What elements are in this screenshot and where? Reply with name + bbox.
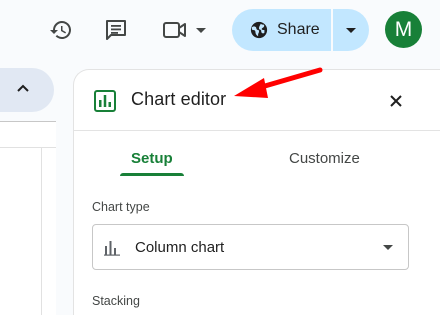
top-toolbar: Share M	[0, 0, 440, 62]
history-button[interactable]	[43, 12, 79, 48]
tab-customize[interactable]: Customize	[289, 150, 360, 167]
chevron-down-icon	[383, 245, 393, 250]
grid-line	[0, 147, 56, 148]
collapse-menus-button[interactable]	[0, 68, 54, 112]
red-arrow-annotation	[234, 67, 323, 98]
grid-line	[0, 121, 56, 122]
share-label: Share	[277, 21, 320, 38]
tab-setup[interactable]: Setup	[131, 150, 173, 167]
close-icon	[390, 95, 402, 107]
stacking-label: Stacking	[92, 294, 140, 308]
share-button-group: Share	[232, 9, 369, 51]
spreadsheet-grid[interactable]	[0, 121, 56, 315]
chart-type-label: Chart type	[92, 200, 150, 214]
comments-icon	[106, 20, 126, 40]
meet-button[interactable]	[156, 12, 214, 48]
avatar-initial: M	[394, 17, 413, 41]
globe-icon	[250, 21, 268, 39]
history-icon	[50, 21, 71, 39]
chart-editor-panel: Chart editor Setup Customize Chart type …	[73, 69, 440, 315]
avatar[interactable]: M	[385, 11, 422, 48]
column-chart-icon	[104, 241, 120, 256]
panel-title: Chart editor	[131, 89, 227, 109]
grid-line	[41, 148, 42, 315]
video-camera-icon	[163, 22, 186, 38]
chart-icon	[94, 90, 116, 112]
share-dropdown-button[interactable]	[333, 9, 369, 51]
chevron-up-icon	[17, 84, 29, 92]
chevron-down-icon	[196, 27, 206, 33]
comments-button[interactable]	[98, 12, 134, 48]
active-tab-indicator	[120, 173, 184, 176]
chart-type-value: Column chart	[135, 238, 225, 256]
chevron-down-icon	[346, 27, 356, 33]
share-button[interactable]: Share	[232, 9, 331, 51]
close-button[interactable]	[382, 87, 410, 115]
chart-type-select[interactable]: Column chart	[92, 224, 409, 270]
